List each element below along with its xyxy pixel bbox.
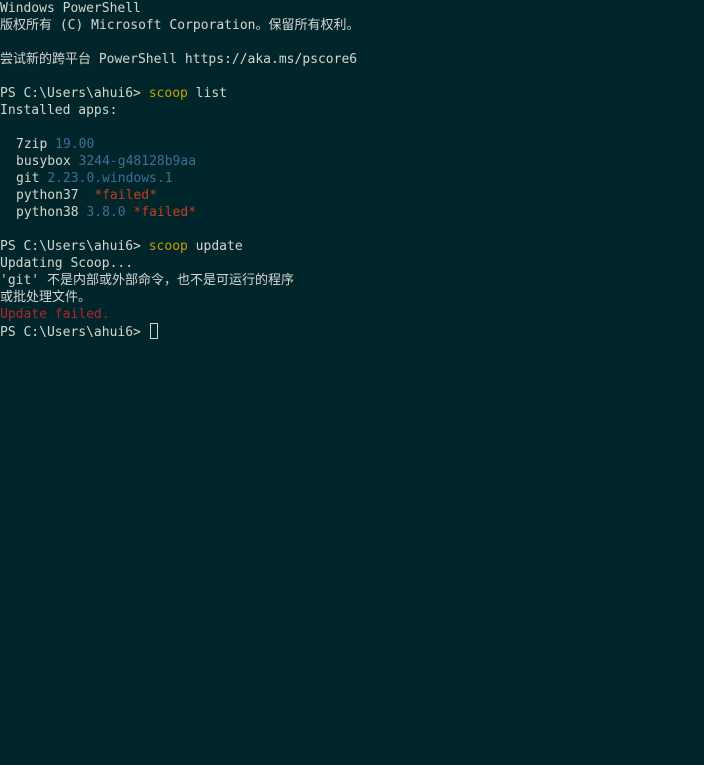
prompt-prefix: PS C:\Users\ahui6> [0,86,149,101]
app-name: git [16,171,40,186]
updating-message: Updating Scoop... [0,256,134,271]
active-prompt-line[interactable]: PS C:\Users\ahui6> [0,323,704,340]
app-version: 19.00 [55,137,95,152]
app-row: python38 3.8.0 *failed* [0,204,704,221]
app-row: 7zip 19.00 [0,136,704,153]
command-args: update [187,239,243,254]
git-not-found-message-cont: 或批处理文件。 [0,290,92,305]
prompt-line: PS C:\Users\ahui6> scoop update [0,238,704,255]
app-row: git 2.23.0.windows.1 [0,170,704,187]
app-row: python37 *failed* [0,187,704,204]
prompt-prefix: PS C:\Users\ahui6> [0,325,149,340]
app-row: busybox 3244-g48128b9aa [0,153,704,170]
command-name: scoop [148,239,188,254]
command-args: list [187,86,227,101]
git-not-found-message: 'git' 不是内部或外部命令，也不是可运行的程序 [0,273,294,288]
app-failed-status: *failed* [133,205,197,220]
text-cursor[interactable] [149,323,158,339]
update-failed-error: Update failed. [0,307,110,322]
prompt-prefix: PS C:\Users\ahui6> [0,239,149,254]
app-version: 3244-g48128b9aa [78,154,197,169]
app-name: busybox [16,154,71,169]
app-name: 7zip [16,137,48,152]
app-failed-status: *failed* [94,188,157,203]
installed-apps-heading: Installed apps: [0,103,118,118]
app-name: python38 [16,205,79,220]
powershell-console[interactable]: Windows PowerShell 版权所有 (C) Microsoft Co… [0,0,704,765]
prompt-line: PS C:\Users\ahui6> scoop list [0,85,704,102]
header-title: Windows PowerShell [0,1,141,16]
app-version: 3.8.0 [86,205,126,220]
app-version: 2.23.0.windows.1 [47,171,173,186]
command-name: scoop [148,86,188,101]
header-pscore-hint: 尝试新的跨平台 PowerShell https://aka.ms/pscore… [0,52,358,67]
header-copyright: 版权所有 (C) Microsoft Corporation。保留所有权利。 [0,18,360,33]
app-name: python37 [16,188,79,203]
